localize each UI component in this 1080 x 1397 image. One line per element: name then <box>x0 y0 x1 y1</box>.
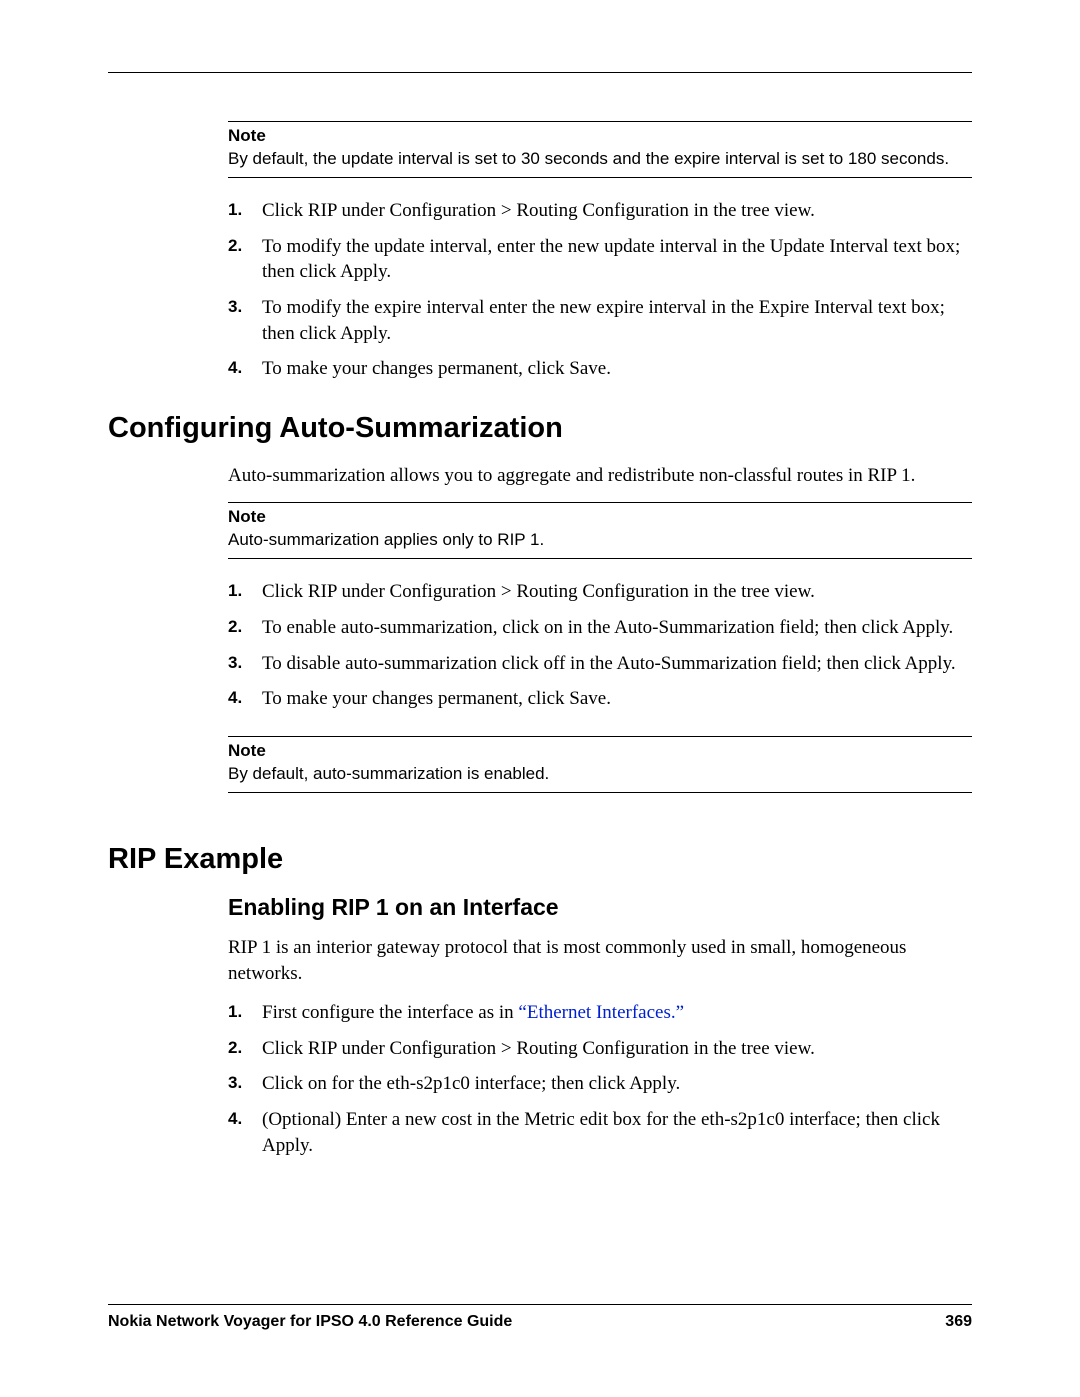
step-number: 3. <box>228 1071 258 1095</box>
step-text: Click RIP under Configuration > Routing … <box>262 579 972 605</box>
list-item: 3.To disable auto-summarization click of… <box>228 651 972 677</box>
step-number: 4. <box>228 356 258 380</box>
list-item: 1. First configure the interface as in “… <box>228 1000 972 1026</box>
list-item: 3.Click on for the eth-s2p1c0 interface;… <box>228 1071 972 1097</box>
note-text: By default, auto-summarization is enable… <box>228 763 972 786</box>
step-text: Click on for the eth-s2p1c0 interface; t… <box>262 1071 972 1097</box>
note-label: Note <box>228 741 972 761</box>
note-block-3: Note By default, auto-summarization is e… <box>228 736 972 793</box>
note-rule <box>228 736 972 737</box>
step-text: Click RIP under Configuration > Routing … <box>262 198 972 224</box>
step-number: 4. <box>228 1107 258 1131</box>
list-item: 3.To modify the expire interval enter th… <box>228 295 972 346</box>
step-text: To modify the update interval, enter the… <box>262 234 972 285</box>
step-text: First configure the interface as in “Eth… <box>262 1000 972 1026</box>
note-label: Note <box>228 507 972 527</box>
list-item: 1.Click RIP under Configuration > Routin… <box>228 198 972 224</box>
steps-list-3: 1. First configure the interface as in “… <box>228 1000 972 1158</box>
note-rule <box>228 177 972 178</box>
section-heading-rip-example: RIP Example <box>108 843 972 876</box>
note-rule <box>228 502 972 503</box>
step-text: (Optional) Enter a new cost in the Metri… <box>262 1107 972 1158</box>
step-number: 1. <box>228 198 258 222</box>
note-block-2: Note Auto-summarization applies only to … <box>228 502 972 559</box>
list-item: 2.To modify the update interval, enter t… <box>228 234 972 285</box>
note-rule <box>228 792 972 793</box>
section-intro: Auto-summarization allows you to aggrega… <box>228 463 972 489</box>
footer-rule <box>108 1304 972 1305</box>
step-number: 2. <box>228 1036 258 1060</box>
subsection-intro: RIP 1 is an interior gateway protocol th… <box>228 935 972 986</box>
step-number: 4. <box>228 686 258 710</box>
step-text: To modify the expire interval enter the … <box>262 295 972 346</box>
subsection-heading-enabling-rip1: Enabling RIP 1 on an Interface <box>228 894 972 921</box>
note-text: Auto-summarization applies only to RIP 1… <box>228 529 972 552</box>
step-text: To enable auto-summarization, click on i… <box>262 615 972 641</box>
step-text: To make your changes permanent, click Sa… <box>262 356 972 382</box>
step-text: To make your changes permanent, click Sa… <box>262 686 972 712</box>
list-item: 1.Click RIP under Configuration > Routin… <box>228 579 972 605</box>
step-text: To disable auto-summarization click off … <box>262 651 972 677</box>
steps-list-1: 1.Click RIP under Configuration > Routin… <box>228 198 972 382</box>
list-item: 2.Click RIP under Configuration > Routin… <box>228 1036 972 1062</box>
steps-list-2: 1.Click RIP under Configuration > Routin… <box>228 579 972 712</box>
step-number: 3. <box>228 651 258 675</box>
note-rule <box>228 558 972 559</box>
step-number: 1. <box>228 1000 258 1024</box>
footer-title: Nokia Network Voyager for IPSO 4.0 Refer… <box>108 1313 512 1331</box>
list-item: 4.(Optional) Enter a new cost in the Met… <box>228 1107 972 1158</box>
section-heading-auto-summarization: Configuring Auto-Summarization <box>108 412 972 445</box>
note-label: Note <box>228 126 972 146</box>
list-item: 4.To make your changes permanent, click … <box>228 686 972 712</box>
ethernet-interfaces-link[interactable]: “Ethernet Interfaces.” <box>518 1002 684 1023</box>
page-footer: Nokia Network Voyager for IPSO 4.0 Refer… <box>108 1304 972 1331</box>
header-rule <box>108 72 972 73</box>
page-number: 369 <box>945 1313 972 1331</box>
step-text-prefix: First configure the interface as in <box>262 1002 518 1023</box>
note-text: By default, the update interval is set t… <box>228 148 972 171</box>
step-number: 1. <box>228 579 258 603</box>
step-number: 2. <box>228 615 258 639</box>
note-rule <box>228 121 972 122</box>
step-number: 3. <box>228 295 258 319</box>
step-number: 2. <box>228 234 258 258</box>
step-text: Click RIP under Configuration > Routing … <box>262 1036 972 1062</box>
list-item: 2.To enable auto-summarization, click on… <box>228 615 972 641</box>
list-item: 4.To make your changes permanent, click … <box>228 356 972 382</box>
note-block-1: Note By default, the update interval is … <box>228 121 972 178</box>
